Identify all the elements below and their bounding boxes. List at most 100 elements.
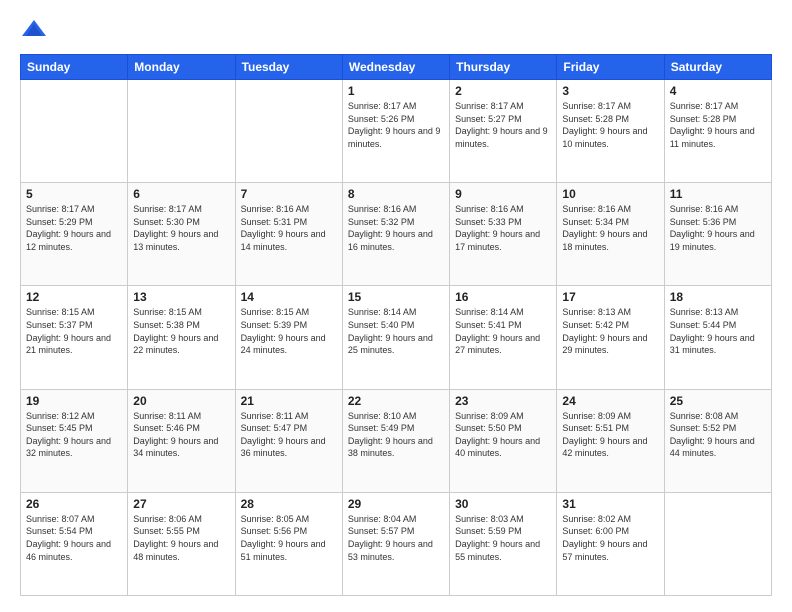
- cell-info: Sunrise: 8:13 AM Sunset: 5:42 PM Dayligh…: [562, 306, 658, 356]
- cell-info: Sunrise: 8:17 AM Sunset: 5:28 PM Dayligh…: [562, 100, 658, 150]
- weekday-header-friday: Friday: [557, 55, 664, 80]
- day-number: 4: [670, 84, 766, 98]
- cell-info: Sunrise: 8:16 AM Sunset: 5:36 PM Dayligh…: [670, 203, 766, 253]
- weekday-header-saturday: Saturday: [664, 55, 771, 80]
- calendar-cell: 5 Sunrise: 8:17 AM Sunset: 5:29 PM Daylig…: [21, 183, 128, 286]
- day-number: 6: [133, 187, 229, 201]
- calendar-cell: 24 Sunrise: 8:09 AM Sunset: 5:51 PM Dayli…: [557, 389, 664, 492]
- cell-info: Sunrise: 8:07 AM Sunset: 5:54 PM Dayligh…: [26, 513, 122, 563]
- cell-info: Sunrise: 8:16 AM Sunset: 5:33 PM Dayligh…: [455, 203, 551, 253]
- day-number: 28: [241, 497, 337, 511]
- calendar-week-3: 12 Sunrise: 8:15 AM Sunset: 5:37 PM Dayli…: [21, 286, 772, 389]
- calendar-week-4: 19Sunrise: 8:12 AM Sunset: 5:45 PM Dayli…: [21, 389, 772, 492]
- calendar-cell: 2 Sunrise: 8:17 AM Sunset: 5:27 PM Daylig…: [450, 80, 557, 183]
- calendar-cell: 31Sunrise: 8:02 AM Sunset: 6:00 PM Dayli…: [557, 492, 664, 595]
- calendar-cell: 21 Sunrise: 8:11 AM Sunset: 5:47 PM Dayli…: [235, 389, 342, 492]
- day-number: 26: [26, 497, 122, 511]
- calendar-week-2: 5 Sunrise: 8:17 AM Sunset: 5:29 PM Daylig…: [21, 183, 772, 286]
- cell-info: Sunrise: 8:14 AM Sunset: 5:40 PM Dayligh…: [348, 306, 444, 356]
- calendar-cell: [235, 80, 342, 183]
- day-number: 18: [670, 290, 766, 304]
- weekday-header-sunday: Sunday: [21, 55, 128, 80]
- weekday-header-monday: Monday: [128, 55, 235, 80]
- cell-info: Sunrise: 8:15 AM Sunset: 5:39 PM Dayligh…: [241, 306, 337, 356]
- cell-info: Sunrise: 8:17 AM Sunset: 5:28 PM Dayligh…: [670, 100, 766, 150]
- day-number: 24: [562, 394, 658, 408]
- day-number: 13: [133, 290, 229, 304]
- calendar-cell: 26 Sunrise: 8:07 AM Sunset: 5:54 PM Dayli…: [21, 492, 128, 595]
- cell-info: Sunrise: 8:05 AM Sunset: 5:56 PM Dayligh…: [241, 513, 337, 563]
- cell-info: Sunrise: 8:16 AM Sunset: 5:32 PM Dayligh…: [348, 203, 444, 253]
- cell-info: Sunrise: 8:12 AM Sunset: 5:45 PM Dayligh…: [26, 410, 122, 460]
- day-number: 2: [455, 84, 551, 98]
- calendar-cell: 7 Sunrise: 8:16 AM Sunset: 5:31 PM Daylig…: [235, 183, 342, 286]
- day-number: 10: [562, 187, 658, 201]
- day-number: 22: [348, 394, 444, 408]
- day-number: 21: [241, 394, 337, 408]
- day-number: 14: [241, 290, 337, 304]
- day-number: 5: [26, 187, 122, 201]
- day-number: 20: [133, 394, 229, 408]
- logo: [20, 16, 52, 44]
- calendar-cell: 19Sunrise: 8:12 AM Sunset: 5:45 PM Dayli…: [21, 389, 128, 492]
- day-number: 17: [562, 290, 658, 304]
- day-number: 25: [670, 394, 766, 408]
- calendar-cell: 9 Sunrise: 8:16 AM Sunset: 5:33 PM Daylig…: [450, 183, 557, 286]
- day-number: 27: [133, 497, 229, 511]
- cell-info: Sunrise: 8:03 AM Sunset: 5:59 PM Dayligh…: [455, 513, 551, 563]
- calendar-cell: 23 Sunrise: 8:09 AM Sunset: 5:50 PM Dayli…: [450, 389, 557, 492]
- calendar-cell: 16 Sunrise: 8:14 AM Sunset: 5:41 PM Dayli…: [450, 286, 557, 389]
- calendar-cell: 11 Sunrise: 8:16 AM Sunset: 5:36 PM Dayli…: [664, 183, 771, 286]
- calendar-cell: 6Sunrise: 8:17 AM Sunset: 5:30 PM Daylig…: [128, 183, 235, 286]
- day-number: 29: [348, 497, 444, 511]
- day-number: 9: [455, 187, 551, 201]
- calendar-week-1: 1Sunrise: 8:17 AM Sunset: 5:26 PM Daylig…: [21, 80, 772, 183]
- cell-info: Sunrise: 8:16 AM Sunset: 5:34 PM Dayligh…: [562, 203, 658, 253]
- header: [20, 16, 772, 44]
- calendar-cell: 20 Sunrise: 8:11 AM Sunset: 5:46 PM Dayli…: [128, 389, 235, 492]
- calendar-table: SundayMondayTuesdayWednesdayThursdayFrid…: [20, 54, 772, 596]
- calendar-week-5: 26 Sunrise: 8:07 AM Sunset: 5:54 PM Dayli…: [21, 492, 772, 595]
- calendar-cell: 27Sunrise: 8:06 AM Sunset: 5:55 PM Dayli…: [128, 492, 235, 595]
- calendar-cell: 10 Sunrise: 8:16 AM Sunset: 5:34 PM Dayli…: [557, 183, 664, 286]
- cell-info: Sunrise: 8:11 AM Sunset: 5:47 PM Dayligh…: [241, 410, 337, 460]
- day-number: 3: [562, 84, 658, 98]
- weekday-header-tuesday: Tuesday: [235, 55, 342, 80]
- calendar-cell: 17 Sunrise: 8:13 AM Sunset: 5:42 PM Dayli…: [557, 286, 664, 389]
- calendar-cell: [21, 80, 128, 183]
- cell-info: Sunrise: 8:10 AM Sunset: 5:49 PM Dayligh…: [348, 410, 444, 460]
- calendar-cell: 22 Sunrise: 8:10 AM Sunset: 5:49 PM Dayli…: [342, 389, 449, 492]
- day-number: 16: [455, 290, 551, 304]
- cell-info: Sunrise: 8:15 AM Sunset: 5:38 PM Dayligh…: [133, 306, 229, 356]
- day-number: 15: [348, 290, 444, 304]
- cell-info: Sunrise: 8:09 AM Sunset: 5:51 PM Dayligh…: [562, 410, 658, 460]
- cell-info: Sunrise: 8:15 AM Sunset: 5:37 PM Dayligh…: [26, 306, 122, 356]
- calendar-cell: 25Sunrise: 8:08 AM Sunset: 5:52 PM Dayli…: [664, 389, 771, 492]
- cell-info: Sunrise: 8:17 AM Sunset: 5:26 PM Dayligh…: [348, 100, 444, 150]
- day-number: 11: [670, 187, 766, 201]
- logo-icon: [20, 16, 48, 44]
- calendar-cell: 15 Sunrise: 8:14 AM Sunset: 5:40 PM Dayli…: [342, 286, 449, 389]
- day-number: 31: [562, 497, 658, 511]
- calendar-cell: 1Sunrise: 8:17 AM Sunset: 5:26 PM Daylig…: [342, 80, 449, 183]
- day-number: 23: [455, 394, 551, 408]
- weekday-header-row: SundayMondayTuesdayWednesdayThursdayFrid…: [21, 55, 772, 80]
- day-number: 12: [26, 290, 122, 304]
- calendar-cell: 14 Sunrise: 8:15 AM Sunset: 5:39 PM Dayli…: [235, 286, 342, 389]
- cell-info: Sunrise: 8:17 AM Sunset: 5:29 PM Dayligh…: [26, 203, 122, 253]
- weekday-header-wednesday: Wednesday: [342, 55, 449, 80]
- day-number: 30: [455, 497, 551, 511]
- cell-info: Sunrise: 8:14 AM Sunset: 5:41 PM Dayligh…: [455, 306, 551, 356]
- calendar-cell: 4 Sunrise: 8:17 AM Sunset: 5:28 PM Daylig…: [664, 80, 771, 183]
- cell-info: Sunrise: 8:11 AM Sunset: 5:46 PM Dayligh…: [133, 410, 229, 460]
- day-number: 7: [241, 187, 337, 201]
- cell-info: Sunrise: 8:13 AM Sunset: 5:44 PM Dayligh…: [670, 306, 766, 356]
- cell-info: Sunrise: 8:16 AM Sunset: 5:31 PM Dayligh…: [241, 203, 337, 253]
- calendar-cell: 30 Sunrise: 8:03 AM Sunset: 5:59 PM Dayli…: [450, 492, 557, 595]
- cell-info: Sunrise: 8:17 AM Sunset: 5:27 PM Dayligh…: [455, 100, 551, 150]
- cell-info: Sunrise: 8:09 AM Sunset: 5:50 PM Dayligh…: [455, 410, 551, 460]
- calendar-cell: 13 Sunrise: 8:15 AM Sunset: 5:38 PM Dayli…: [128, 286, 235, 389]
- calendar-cell: 12 Sunrise: 8:15 AM Sunset: 5:37 PM Dayli…: [21, 286, 128, 389]
- calendar-cell: 8Sunrise: 8:16 AM Sunset: 5:32 PM Daylig…: [342, 183, 449, 286]
- calendar-cell: 18 Sunrise: 8:13 AM Sunset: 5:44 PM Dayli…: [664, 286, 771, 389]
